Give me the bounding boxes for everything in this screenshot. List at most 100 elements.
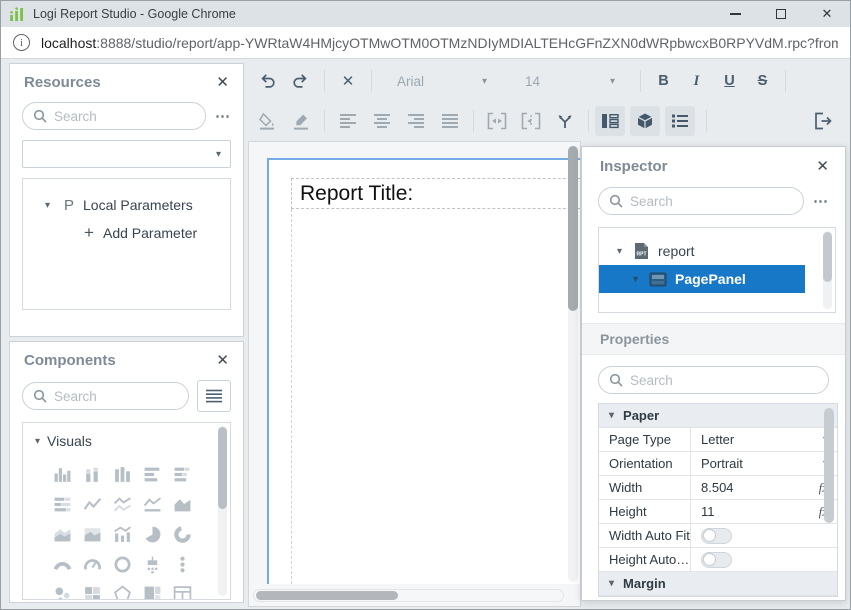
toggle-switch[interactable] [701,528,732,544]
visual-ring-gauge-chart-icon[interactable] [112,554,132,574]
delete-button[interactable]: ✕ [331,66,365,96]
strikethrough-button[interactable]: S [746,73,779,89]
close-window-button[interactable]: ✕ [804,1,850,27]
redo-button[interactable] [284,66,318,96]
close-icon[interactable]: ✕ [816,157,829,175]
visual-column-chart-icon[interactable] [52,464,72,484]
toggle-inspector-panel-button[interactable] [665,106,695,136]
visual-box-plot-chart-icon[interactable] [142,554,162,574]
font-color-button[interactable] [284,106,318,136]
visual-line-chart-icon[interactable] [82,494,102,514]
scrollbar-thumb[interactable] [218,427,227,509]
properties-scrollbar-thumb[interactable] [824,408,834,523]
pen-icon [291,111,311,131]
properties-search-input[interactable] [598,366,829,394]
close-icon[interactable]: ✕ [216,73,229,91]
toggle-resources-panel-button[interactable] [595,106,625,136]
page-info-icon[interactable]: i [13,34,30,51]
undo-button[interactable] [250,66,284,96]
toggle-components-panel-button[interactable] [630,106,660,136]
tree-scrollbar[interactable] [823,231,832,309]
visual-area-chart-icon[interactable] [172,494,192,514]
inspector-search-field[interactable] [630,194,793,209]
component-list-view-button[interactable] [197,380,231,412]
visual-full-stacked-area-chart-icon[interactable] [82,524,102,544]
visuals-section-header[interactable]: ▾ Visuals [35,433,230,449]
visual-stacked-bar-chart-icon[interactable] [172,464,192,484]
inspector-tree: ▾ RPT report ▾ PagePanel [598,227,836,313]
format-toolbar: ✕ Arial ▾ 14 ▾ B I U S [250,63,842,99]
more-options-icon[interactable]: ⋯ [813,192,829,210]
fill-color-button[interactable] [250,106,284,136]
inspector-search-input[interactable] [598,187,804,215]
align-right-button[interactable] [399,106,433,136]
visual-stacked-line-chart-icon[interactable] [112,494,132,514]
visual-gauge-chart-icon[interactable] [82,554,102,574]
visual-donut-chart-icon[interactable] [172,524,192,544]
components-scrollbar[interactable] [218,426,227,596]
visual-table-chart-icon[interactable] [172,584,192,600]
report-title-cell[interactable]: Report Title: [291,178,581,209]
tree-item-local-parameters[interactable]: ▾ P Local Parameters [23,191,230,219]
tree-item-report[interactable]: ▾ RPT report [599,237,835,265]
canvas-vertical-scrollbar[interactable] [568,146,578,582]
scrollbar-thumb[interactable] [568,146,578,311]
align-left-icon [339,113,357,129]
close-icon[interactable]: ✕ [216,351,229,369]
components-search-input[interactable] [22,382,189,410]
components-search-field[interactable] [54,389,178,404]
chevron-down-icon[interactable]: ▾ [633,274,649,285]
underline-button[interactable]: U [713,73,746,89]
split-cells-button[interactable] [514,106,548,136]
property-section-margin[interactable]: ▾Margin [599,572,837,596]
visual-semi-gauge-chart-icon[interactable] [52,554,72,574]
visual-pie-chart-icon[interactable] [142,524,162,544]
property-value-formula[interactable]: 11fx [691,500,837,523]
more-options-icon[interactable]: ⋯ [215,107,231,125]
font-family-select[interactable]: Arial ▾ [386,66,498,96]
property-value-formula[interactable]: 8.504fx [691,476,837,499]
visual-dot-column-chart-icon[interactable] [172,554,192,574]
scrollbar-thumb[interactable] [256,591,398,600]
resources-search-field[interactable] [54,109,195,124]
tree-item-pagepanel[interactable]: ▾ PagePanel [599,265,805,293]
address-url[interactable]: localhost:8888/studio/report/app-YWRtaW4… [41,35,838,51]
visual-stacked-column-chart-icon[interactable] [82,464,102,484]
visual-bar-chart-icon[interactable] [142,464,162,484]
visual-bubble-chart-icon[interactable] [52,584,72,600]
merge-cells-button[interactable] [480,106,514,136]
visual-radar-chart-icon[interactable] [112,584,132,600]
property-value-dropdown[interactable]: Portrait▾ [691,452,837,475]
visual-full-stacked-bar-chart-icon[interactable] [52,494,72,514]
chevron-down-icon[interactable]: ▾ [617,246,633,257]
report-page[interactable]: Report Title: [267,158,581,584]
visual-heatmap-chart-icon[interactable] [82,584,102,600]
align-center-button[interactable] [365,106,399,136]
visual-clustered-column-chart-icon[interactable] [112,464,132,484]
components-panel: Components ✕ ▾ Visuals [9,341,244,603]
merge-flow-button[interactable] [548,106,582,136]
add-parameter-button[interactable]: + Add Parameter [23,219,230,247]
properties-search-field[interactable] [630,373,818,388]
resources-search-input[interactable] [22,102,206,130]
visual-combination-chart-icon[interactable] [112,524,132,544]
chevron-down-icon[interactable]: ▾ [45,200,59,211]
italic-button[interactable]: I [680,73,713,90]
font-size-select[interactable]: 14 ▾ [514,66,626,96]
minimize-button[interactable] [712,1,758,27]
resource-type-dropdown[interactable]: ▾ [22,140,231,168]
toggle-switch[interactable] [701,552,732,568]
align-justify-button[interactable] [433,106,467,136]
canvas-horizontal-scrollbar[interactable] [253,589,564,602]
scrollbar-thumb[interactable] [823,232,832,282]
exit-button[interactable] [806,106,840,136]
tree-item-label: PagePanel [675,271,746,287]
visual-stacked-area-chart-icon[interactable] [52,524,72,544]
maximize-button[interactable] [758,1,804,27]
visual-benchmark-line-chart-icon[interactable] [142,494,162,514]
visual-treemap-chart-icon[interactable] [142,584,162,600]
align-left-button[interactable] [331,106,365,136]
bold-button[interactable]: B [647,73,680,89]
property-value-dropdown[interactable]: Letter▾ [691,428,837,451]
property-section-paper[interactable]: ▾Paper [599,404,837,428]
